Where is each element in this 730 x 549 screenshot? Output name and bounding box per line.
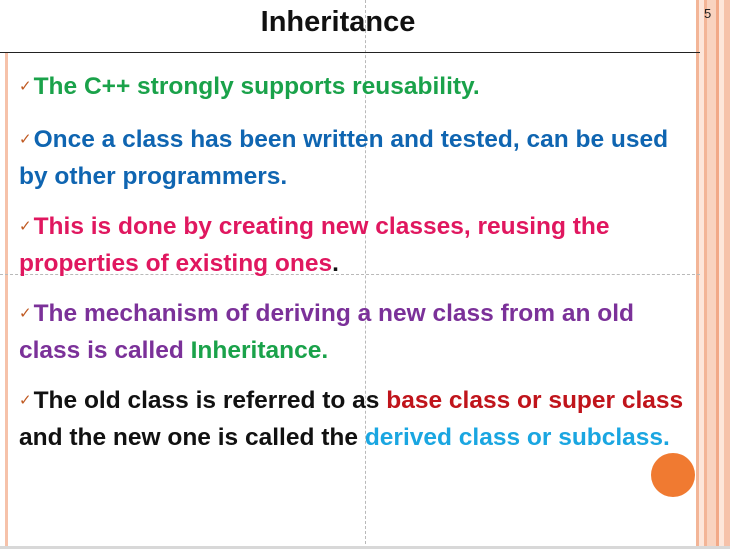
- bullet-text-middle: and the new one is called the: [19, 424, 365, 451]
- check-icon: ✓: [19, 392, 32, 409]
- bullet-text: This is done by creating new classes, re…: [19, 213, 610, 277]
- bullet-written-tested: ✓Once a class has been written and teste…: [19, 123, 695, 194]
- bullet-text: Once a class has been written and tested…: [19, 126, 669, 190]
- derived-class-term: derived class or subclass.: [364, 424, 670, 451]
- bullet-text: The C++ strongly supports reusability.: [33, 73, 480, 100]
- title-underline: [0, 52, 700, 53]
- bullet-creating-new-classes: ✓This is done by creating new classes, r…: [19, 210, 695, 281]
- bullet-base-derived: ✓The old class is referred to as base cl…: [19, 384, 695, 455]
- inheritance-term: Inheritance.: [190, 337, 329, 364]
- bullet-text: The old class is referred to as: [33, 387, 387, 414]
- right-decor-stripes: [696, 0, 730, 549]
- check-icon: ✓: [19, 131, 32, 148]
- page-number: 5: [704, 6, 712, 21]
- check-icon: ✓: [19, 218, 32, 235]
- bullet-list: ✓The C++ strongly supports reusability. …: [19, 70, 695, 471]
- slide-title: Inheritance: [260, 6, 416, 38]
- orange-circle-decor: [651, 453, 695, 497]
- slide: Inheritance 5 ✓The C++ strongly supports…: [0, 0, 730, 549]
- check-icon: ✓: [19, 78, 32, 95]
- bullet-text-period: .: [332, 250, 339, 277]
- bullet-reusability: ✓The C++ strongly supports reusability.: [19, 70, 695, 107]
- base-class-term: base class or super class: [386, 387, 684, 414]
- check-icon: ✓: [19, 305, 32, 322]
- bullet-mechanism: ✓The mechanism of deriving a new class f…: [19, 297, 695, 368]
- left-decor-stripe: [5, 53, 8, 549]
